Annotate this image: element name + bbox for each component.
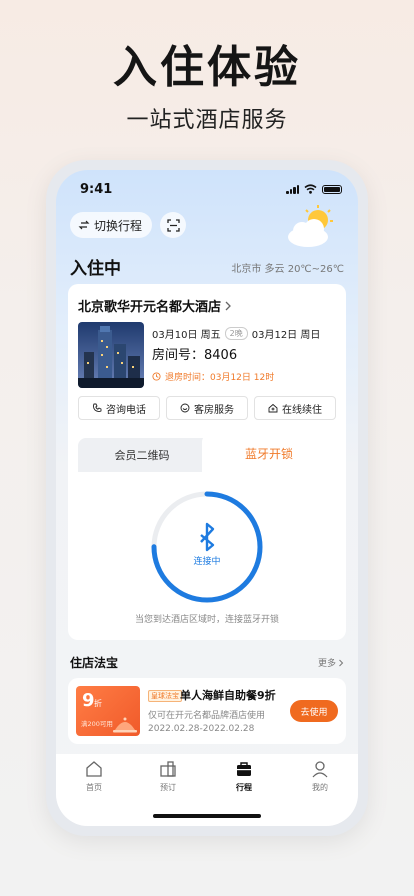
checkin-card: 北京歌华开元名都大酒店 03月10日 周五 2晚 03月12日 周日 房间号：8… (68, 284, 346, 640)
hotel-name: 北京歌华开元名都大酒店 (78, 300, 222, 315)
hero-subtitle: 一站式酒店服务 (126, 108, 288, 133)
trip-icon (237, 762, 251, 776)
tab-home[interactable]: 首页 (64, 760, 124, 793)
profile-icon (312, 761, 328, 778)
home-indicator (153, 814, 261, 818)
hero-title: 入住体验 (113, 42, 301, 93)
nights-badge: 2晚 (224, 327, 248, 340)
action-row: 咨询电话 客房服务 在线续住 (78, 396, 336, 420)
extend-stay-button[interactable]: 在线续住 (254, 396, 336, 420)
checkin-date: 03月10日 周五 (152, 330, 221, 341)
tab-profile[interactable]: 我的 (290, 760, 350, 793)
stay-dates: 03月10日 周五 2晚 03月12日 周日 (152, 326, 320, 341)
weather-text: 北京市 多云 20℃~26℃ (231, 264, 344, 275)
status-time: 9:41 (80, 182, 113, 197)
checkout-time: 退房时间：03月12日 12时 (165, 373, 275, 383)
house-icon (268, 403, 278, 413)
scan-button[interactable] (160, 212, 186, 238)
room-service-button[interactable]: 客房服务 (166, 396, 248, 420)
chevron-right-icon (225, 301, 231, 310)
switch-trip-button[interactable]: 切换行程 (70, 212, 153, 238)
switch-trip-label: 切换行程 (94, 218, 143, 233)
perks-title: 住店法宝 (70, 656, 119, 670)
status-icons (286, 184, 342, 194)
perk-title: 单人海鲜自助餐9折 (180, 689, 276, 702)
coupon-unit: 折 (94, 699, 102, 708)
tab-profile-label: 我的 (312, 783, 328, 792)
tab-member-qrcode[interactable]: 会员二维码 (78, 438, 206, 472)
tab-booking-label: 预订 (160, 783, 176, 792)
phone-frame: 9:41 切换行程 入住中 北京市 多云 20℃~26℃ 北京歌华开元名都大酒店… (46, 160, 368, 836)
tab-bluetooth-unlock[interactable]: 蓝牙开锁 (202, 434, 336, 472)
swap-icon (78, 220, 90, 230)
wifi-icon (304, 184, 317, 194)
consult-phone-button[interactable]: 咨询电话 (78, 396, 160, 420)
discount-coupon: 9 折 满200可用 (76, 686, 140, 736)
hotel-photo (78, 322, 144, 388)
more-link[interactable]: 更多 (318, 656, 344, 669)
room-number: 房间号：8406 (152, 348, 238, 363)
booking-icon (160, 761, 176, 777)
scan-icon (166, 218, 180, 232)
connecting-status: 连接中 (193, 557, 221, 567)
bottom-tab-bar: 首页 预订 行程 我的 (56, 754, 358, 826)
dish-cover-icon (113, 717, 137, 733)
use-coupon-button[interactable]: 去使用 (290, 700, 338, 722)
unlock-tabs: 会员二维码 蓝牙开锁 (78, 434, 336, 472)
tab-booking[interactable]: 预订 (138, 760, 198, 793)
perk-description: 仅可在开元名都品牌酒店使用 (148, 711, 266, 721)
hotel-name-link[interactable]: 北京歌华开元名都大酒店 (78, 296, 232, 315)
tab-trip[interactable]: 行程 (214, 760, 274, 793)
coupon-value: 9 (82, 690, 95, 711)
phone-icon (92, 403, 102, 413)
tab-home-label: 首页 (86, 783, 102, 792)
app-screen: 9:41 切换行程 入住中 北京市 多云 20℃~26℃ 北京歌华开元名都大酒店… (56, 170, 358, 826)
signal-icon (286, 184, 299, 194)
checkout-time-row: 退房时间：03月12日 12时 (152, 370, 274, 383)
cloudy-weather-icon (288, 205, 333, 247)
room-service-label: 客房服务 (194, 404, 234, 416)
clock-icon (152, 372, 161, 381)
perk-card: 9 折 满200可用 皇球法宝 单人海鲜自助餐9折 仅可在开元名都品牌酒店使用 … (68, 678, 346, 744)
checkout-date: 03月12日 周日 (251, 330, 321, 341)
bluetooth-hint: 当您到达酒店区域时，连接蓝牙开锁 (134, 615, 279, 625)
chevron-right-icon (339, 659, 344, 666)
battery-icon (322, 184, 342, 194)
more-label: 更多 (317, 659, 336, 669)
extend-stay-label: 在线续住 (282, 404, 322, 416)
service-icon (180, 403, 190, 413)
perk-validity: 2022.02.28-2022.02.28 (148, 724, 255, 734)
consult-phone-label: 咨询电话 (106, 404, 146, 416)
section-title: 入住中 (70, 259, 121, 279)
bluetooth-icon (200, 522, 215, 552)
perk-badge: 皇球法宝 (148, 690, 182, 702)
tab-trip-label: 行程 (236, 783, 252, 792)
bluetooth-connect-ring[interactable] (148, 488, 266, 606)
coupon-condition: 满200可用 (81, 720, 113, 728)
home-icon (86, 761, 102, 777)
